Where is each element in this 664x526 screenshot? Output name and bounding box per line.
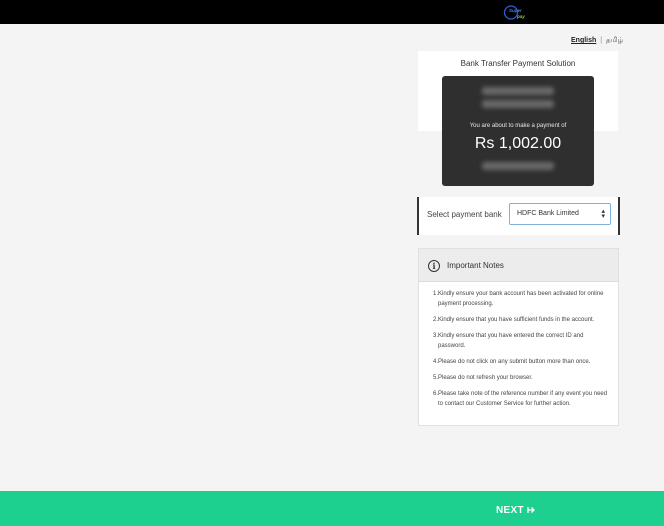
next-button[interactable]: NEXT — [496, 505, 535, 516]
language-english-link[interactable]: English — [571, 37, 596, 44]
bank-selection-row: Select payment bank HDFC Bank Limited ▴ ▾ — [417, 197, 620, 235]
svg-text:Super: Super — [509, 8, 522, 13]
list-item: 4. Please do not click on any submit butt… — [433, 359, 591, 365]
info-icon: i — [428, 260, 440, 272]
list-item: 1. Kindly ensure your bank account has be… — [433, 291, 604, 307]
list-item: 6. Please take note of the reference numb… — [433, 391, 608, 407]
redacted-merchant-line-1 — [482, 87, 554, 95]
language-separator: | — [600, 37, 603, 44]
redacted-merchant-line-2 — [482, 100, 554, 108]
payment-title: Bank Transfer Payment Solution — [460, 59, 576, 68]
notes-list: 1. Kindly ensure your bank account has be… — [419, 289, 618, 415]
bank-selected-value: HDFC Bank Limited — [517, 210, 579, 217]
next-button-label: NEXT — [496, 505, 524, 516]
language-tamil-link[interactable]: தமிழ் — [606, 37, 623, 44]
list-item: 3. Kindly ensure that you have entered th… — [433, 333, 584, 349]
notes-title: Important Notes — [447, 261, 504, 270]
bank-select-dropdown[interactable]: HDFC Bank Limited ▴ ▾ — [509, 203, 611, 225]
notes-header: i Important Notes — [419, 249, 618, 282]
payment-amount: Rs 1,002.00 — [474, 135, 562, 152]
next-arrow-icon — [527, 507, 535, 513]
list-item: 2. Kindly ensure that you have sufficient… — [433, 317, 595, 323]
bank-select-label: Select payment bank — [427, 210, 502, 219]
brand-logo: Super pay — [503, 5, 525, 20]
footer-bar: NEXT — [0, 491, 664, 526]
list-item: 5. Please do not refresh your browser. — [433, 375, 533, 381]
top-bar: Super pay — [0, 0, 664, 24]
svg-text:pay: pay — [516, 14, 525, 19]
language-switcher: English | தமிழ் — [571, 36, 623, 45]
payment-prompt: You are about to make a payment of — [469, 123, 567, 129]
select-caret-icon: ▴ ▾ — [601, 208, 605, 220]
redacted-reference-line — [482, 162, 554, 170]
payment-summary-box: You are about to make a payment of Rs 1,… — [442, 76, 594, 186]
important-notes-panel: i Important Notes 1. Kindly ensure your b… — [418, 248, 619, 426]
